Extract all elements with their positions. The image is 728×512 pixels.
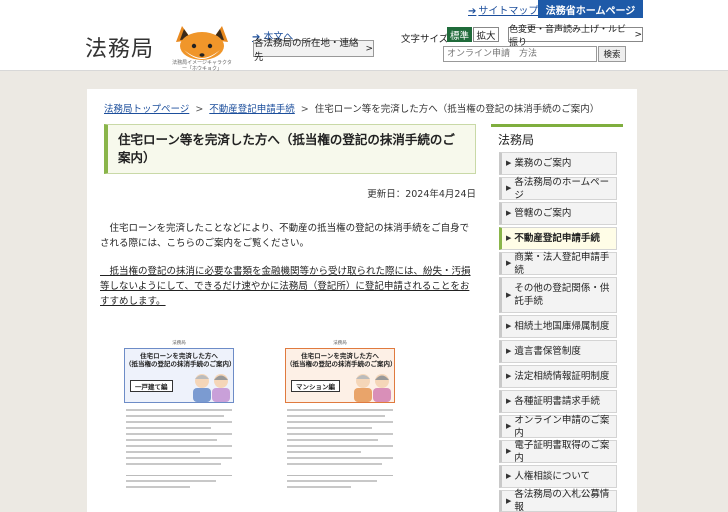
sidebar-item-label: オンライン申請のご案内 <box>514 414 610 439</box>
leaflet-footer <box>126 475 232 488</box>
sidebar-item-human-rights[interactable]: ▶ 人権相談について <box>499 465 617 488</box>
sidebar-item-real-estate-registration[interactable]: ▶ 不動産登記申請手続 <box>499 227 617 250</box>
sidebar-item-bureau-homepages[interactable]: ▶ 各法務局のホームページ <box>499 176 617 201</box>
sidebar-item-e-certificate[interactable]: ▶ 電子証明書取得のご案内 <box>499 439 617 464</box>
leaflet-header: 住宅ローンを完済した方へ （抵当権の登記の抹消手続のご案内） 一戸建て編 <box>124 348 236 403</box>
leaflet-tag: マンション編 <box>291 380 340 392</box>
breadcrumb-separator: > <box>195 104 204 115</box>
sidebar-item-other-registration[interactable]: ▶ その他の登記関係・供託手続 <box>499 277 617 313</box>
triangle-right-icon: ▶ <box>506 372 512 380</box>
font-standard-button[interactable]: 標準 <box>447 27 472 42</box>
elderly-couple-illustration-icon <box>193 374 230 402</box>
sitemap-label: サイトマップ <box>478 6 539 17</box>
sidebar-item-jurisdiction[interactable]: ▶ 管轄のご案内 <box>499 202 617 225</box>
triangle-right-icon: ▶ <box>506 322 512 330</box>
sidebar-item-label: 法定相続情報証明制度 <box>514 371 610 382</box>
triangle-right-icon: ▶ <box>506 347 512 355</box>
leaflet-org: 法務局 <box>333 341 347 346</box>
page-title: 住宅ローン等を完済した方へ（抵当権の登記の抹消手続のご案内） <box>104 124 476 174</box>
sidebar-item-label: 不動産登記申請手続 <box>514 233 600 244</box>
updated-date: 更新日：2024年4月24日 <box>367 189 476 200</box>
locations-button[interactable]: 各法務局の所在地・連絡先 > <box>253 38 374 63</box>
triangle-right-icon: ▶ <box>506 397 512 405</box>
moj-home-button[interactable]: 法務省ホームページ <box>538 0 643 18</box>
leaflet-org: 法務局 <box>172 341 186 346</box>
notice-text: 抵当権の登記の抹消に必要な書類を金融機関等から受け取られた際には、紛失・汚損等し… <box>100 266 471 307</box>
intro-text: 住宅ローンを完済したことなどにより、不動産の抵当権の登記の抹消手続をご自身でされ… <box>100 223 470 249</box>
mascot-caption: 法務局イメージキャラクター「ホウキョク」 <box>172 60 232 72</box>
triangle-right-icon: ▶ <box>506 209 512 217</box>
leaflet-title: 住宅ローンを完済した方へ （抵当権の登記の抹消手続のご案内） <box>286 352 397 368</box>
triangle-right-icon: ▶ <box>506 447 512 455</box>
color-change-button[interactable]: 色変更・音声読み上げ・ルビ振り > <box>508 25 643 48</box>
sidebar-title: 法務局 <box>498 133 535 147</box>
site-logo[interactable]: 法務局 <box>85 31 154 63</box>
sidebar-item-label: 管轄のご案内 <box>514 208 572 219</box>
breadcrumb-current: 住宅ローン等を完済した方へ（抵当権の登記の抹消手続のご案内） <box>314 104 600 115</box>
chevron-right-icon: > <box>634 29 642 40</box>
sidebar-item-label: その他の登記関係・供託手続 <box>514 283 610 307</box>
breadcrumb-home-link[interactable]: 法務局トップページ <box>104 104 189 115</box>
chevron-right-icon: > <box>365 43 373 54</box>
breadcrumb-separator: > <box>300 104 309 115</box>
triangle-right-icon: ▶ <box>506 422 512 430</box>
triangle-right-icon: ▶ <box>506 234 512 242</box>
sidebar-item-business[interactable]: ▶ 業務のご案内 <box>499 152 617 175</box>
triangle-right-icon: ▶ <box>506 290 512 299</box>
sidebar-item-label: 人権相談について <box>514 471 591 482</box>
sidebar-item-online-application[interactable]: ▶ オンライン申請のご案内 <box>499 414 617 439</box>
triangle-right-icon: ▶ <box>506 259 512 267</box>
elderly-couple-illustration-icon <box>354 374 391 402</box>
leaflet-footer <box>287 475 393 488</box>
sidebar-item-commercial-registration[interactable]: ▶ 商業・法人登記申請手続 <box>499 251 617 276</box>
arrow-right-icon: ➔ <box>468 6 477 17</box>
leaflet-body <box>287 409 393 465</box>
sidebar-item-land-return[interactable]: ▶ 相続土地国庫帰属制度 <box>499 315 617 338</box>
locations-label: 各法務局の所在地・連絡先 <box>254 37 359 63</box>
search-button[interactable]: 検索 <box>598 46 626 62</box>
color-change-label: 色変更・音声読み上げ・ルビ振り <box>509 24 627 48</box>
triangle-right-icon: ▶ <box>506 184 512 192</box>
leaflet-header: 住宅ローンを完済した方へ （抵当権の登記の抹消手続のご案内） マンション編 <box>285 348 397 403</box>
sidebar-item-inheritance-info[interactable]: ▶ 法定相続情報証明制度 <box>499 365 617 388</box>
leaflet-body <box>126 409 232 465</box>
triangle-right-icon: ▶ <box>506 472 512 480</box>
sidebar-item-label: 各法務局のホームページ <box>514 176 610 201</box>
sidebar-item-bids[interactable]: ▶ 各法務局の入札公募情報 <box>499 489 617 512</box>
sidebar-item-certificates[interactable]: ▶ 各種証明書請求手続 <box>499 390 617 413</box>
leaflet-title: 住宅ローンを完済した方へ （抵当権の登記の抹消手続のご案内） <box>125 352 236 368</box>
breadcrumb-parent-link[interactable]: 不動産登記申請手続 <box>209 104 295 115</box>
font-size-label: 文字サイズ <box>401 34 449 45</box>
sidebar-item-label: 遺言書保管制度 <box>514 346 581 357</box>
sidebar-item-will-storage[interactable]: ▶ 遺言書保管制度 <box>499 340 617 363</box>
sidebar-item-label: 電子証明書取得のご案内 <box>514 439 610 464</box>
sidebar-item-label: 商業・法人登記申請手続 <box>514 251 610 276</box>
search-input[interactable] <box>443 46 597 62</box>
font-large-button[interactable]: 拡大 <box>473 27 499 42</box>
leaflet-tag: 一戸建て編 <box>130 380 173 392</box>
sidebar-item-label: 各法務局の入札公募情報 <box>514 489 610 512</box>
breadcrumb: 法務局トップページ > 不動産登記申請手続 > 住宅ローン等を完済した方へ（抵当権の登記… <box>104 101 599 115</box>
triangle-right-icon: ▶ <box>506 159 512 167</box>
sidebar-item-label: 業務のご案内 <box>514 158 572 169</box>
leaflet-condominium[interactable]: 法務局 住宅ローンを完済した方へ （抵当権の登記の抹消手続のご案内） マンション… <box>279 337 401 512</box>
intro-paragraph: 住宅ローンを完済したことなどにより、不動産の抵当権の登記の抹消手続をご自身でされ… <box>100 221 476 251</box>
sidebar-item-label: 各種証明書請求手続 <box>514 396 600 407</box>
leaflet-detached-house[interactable]: 法務局 住宅ローンを完済した方へ （抵当権の登記の抹消手続のご案内） 一戸建て編 <box>118 337 240 512</box>
triangle-right-icon: ▶ <box>506 496 512 505</box>
sidebar-item-label: 相続土地国庫帰属制度 <box>514 321 610 332</box>
notice-paragraph: 抵当権の登記の抹消に必要な書類を金融機関等から受け取られた際には、紛失・汚損等し… <box>100 264 476 309</box>
sitemap-link[interactable]: ➔ サイトマップ <box>468 2 538 17</box>
